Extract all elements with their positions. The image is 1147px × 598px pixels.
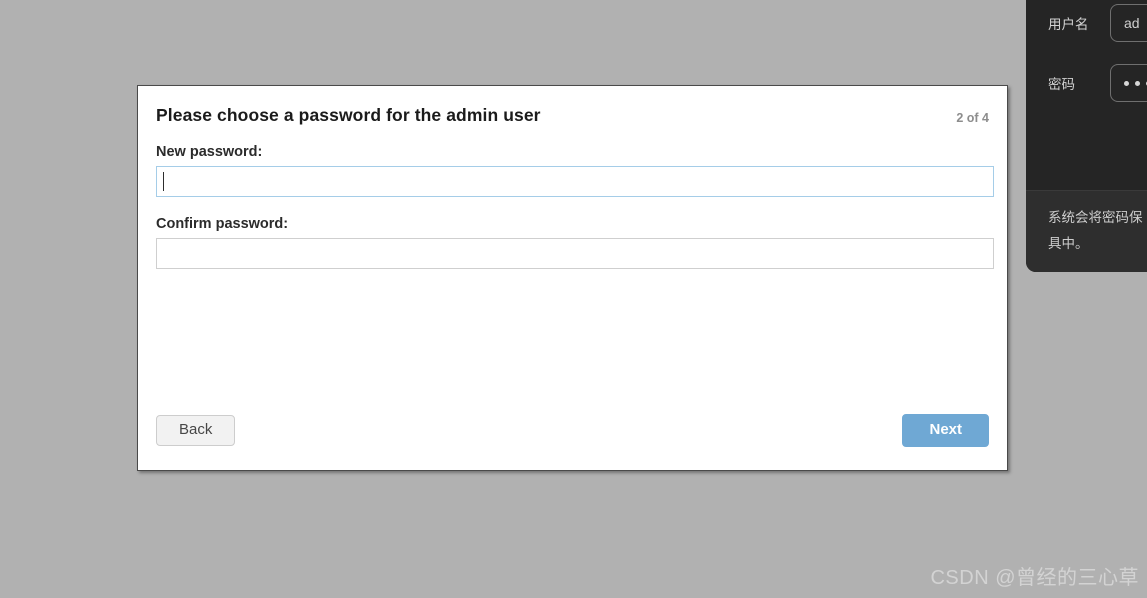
panel-note-line-1: 系统会将密码保 [1048,210,1143,225]
text-caret [163,172,164,192]
new-password-label: New password: [156,144,263,161]
step-indicator: 2 of 4 [956,111,989,125]
new-password-input-wrap [156,166,994,198]
page-title: Please choose a password for the admin u… [156,105,541,125]
credentials-side-panel: 用户名 ad 密码 系统会将密码保 具中。 [1026,0,1147,272]
password-input[interactable] [1110,64,1147,102]
password-row: 密码 [1048,64,1147,102]
mask-dot [1124,80,1129,86]
username-label: 用户名 [1048,17,1089,32]
password-mask-dots [1124,80,1147,86]
username-input[interactable]: ad [1110,4,1147,42]
wizard-content: Please choose a password for the admin u… [138,86,1007,470]
new-password-input[interactable] [156,166,994,198]
confirm-password-input-wrap [156,238,994,270]
credentials-fields: 用户名 ad 密码 [1026,0,1147,190]
password-label: 密码 [1048,77,1075,92]
back-button[interactable]: Back [156,414,236,446]
wizard-footer: Back Next [156,413,989,447]
username-row: 用户名 ad [1048,4,1147,42]
confirm-password-input[interactable] [156,238,994,270]
panel-note: 系统会将密码保 具中。 [1026,190,1147,272]
next-button[interactable]: Next [902,413,989,447]
wizard-header: Please choose a password for the admin u… [156,105,989,125]
confirm-password-label: Confirm password: [156,216,289,233]
mask-dot [1135,80,1140,86]
password-wizard-dialog: Please choose a password for the admin u… [137,85,1008,471]
panel-note-line-2: 具中。 [1048,236,1089,251]
csdn-watermark: CSDN @曾经的三心草 [930,567,1139,589]
